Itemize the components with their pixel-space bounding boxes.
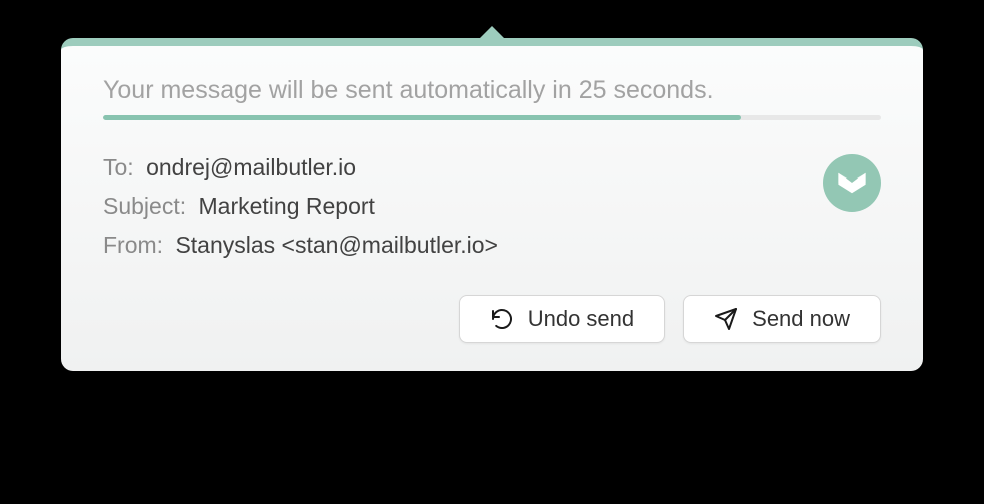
from-label: From: bbox=[103, 232, 163, 258]
mailbutler-logo-icon bbox=[823, 154, 881, 212]
from-value: Stanyslas <stan@mailbutler.io> bbox=[175, 232, 498, 258]
action-buttons: Undo send Send now bbox=[103, 295, 881, 343]
popover-arrow bbox=[478, 26, 506, 40]
countdown-progress bbox=[103, 115, 881, 120]
subject-label: Subject: bbox=[103, 193, 186, 219]
send-now-button[interactable]: Send now bbox=[683, 295, 881, 343]
countdown-progress-fill bbox=[103, 115, 741, 120]
subject-value: Marketing Report bbox=[199, 193, 375, 219]
undo-send-popover: Your message will be sent automatically … bbox=[61, 38, 923, 371]
refresh-ccw-icon bbox=[490, 307, 514, 331]
to-value: ondrej@mailbutler.io bbox=[146, 154, 356, 180]
status-message: Your message will be sent automatically … bbox=[103, 76, 881, 105]
undo-send-label: Undo send bbox=[528, 306, 634, 332]
subject-row: Subject: Marketing Report bbox=[103, 187, 881, 226]
to-label: To: bbox=[103, 154, 134, 180]
send-now-label: Send now bbox=[752, 306, 850, 332]
email-details: To: ondrej@mailbutler.io Subject: Market… bbox=[103, 148, 881, 265]
from-row: From: Stanyslas <stan@mailbutler.io> bbox=[103, 226, 881, 265]
to-row: To: ondrej@mailbutler.io bbox=[103, 148, 881, 187]
popover-body: Your message will be sent automatically … bbox=[61, 38, 923, 371]
paper-plane-icon bbox=[714, 307, 738, 331]
undo-send-button[interactable]: Undo send bbox=[459, 295, 665, 343]
